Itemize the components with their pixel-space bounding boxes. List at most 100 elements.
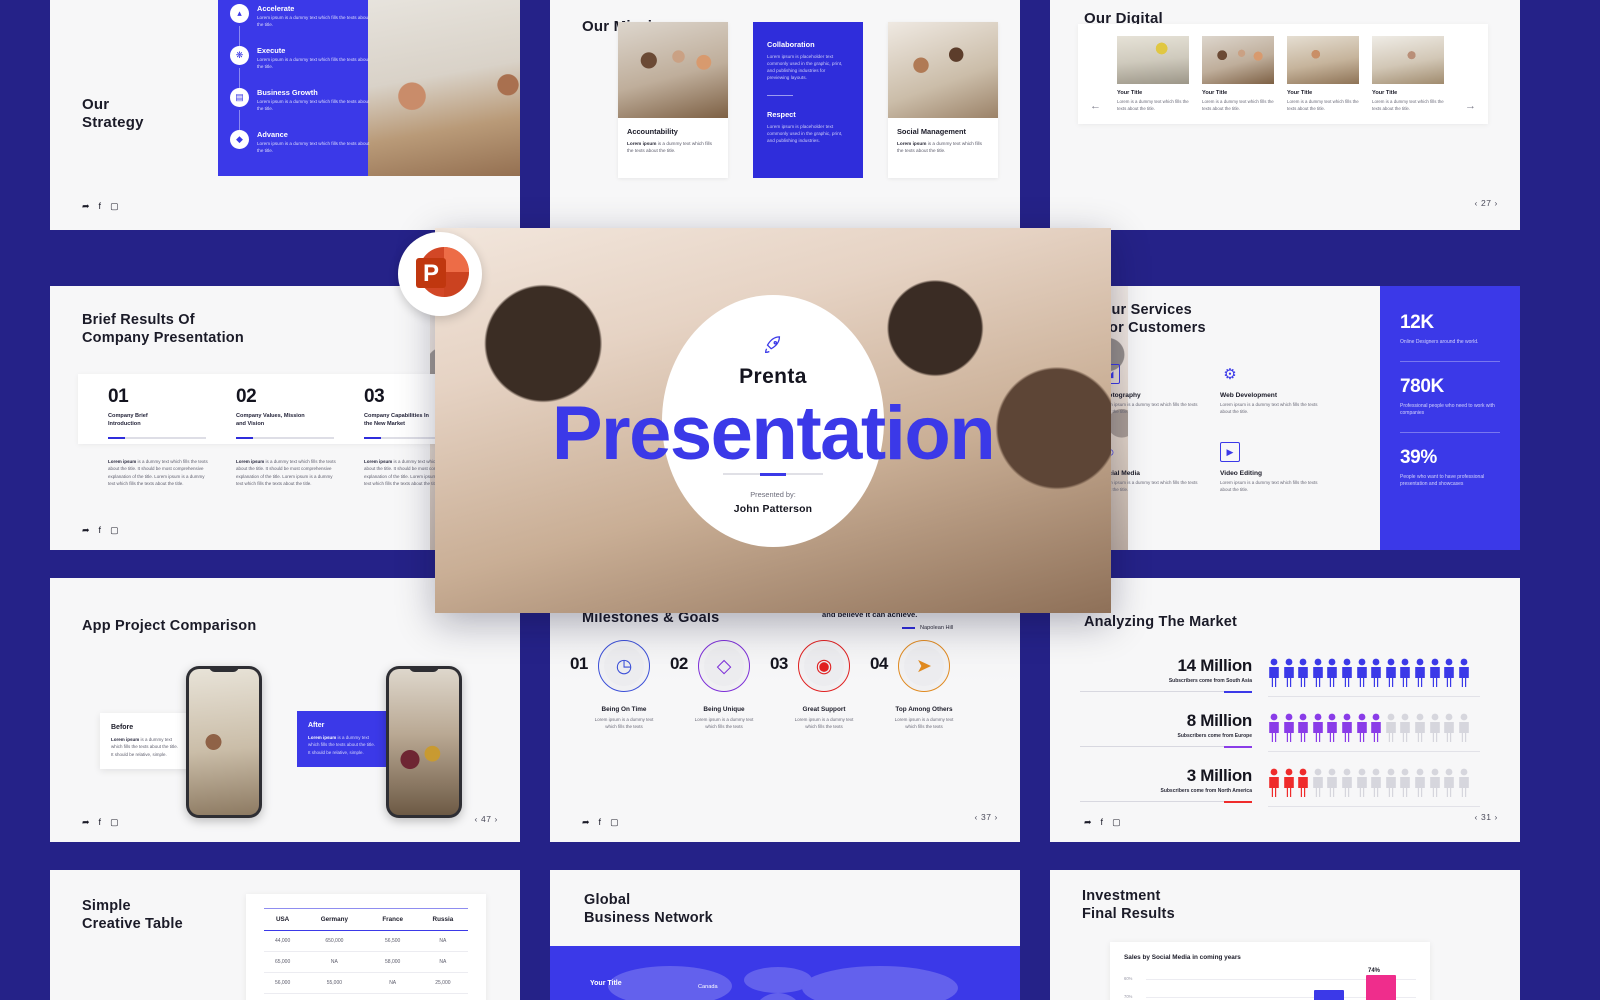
- person-icon: [1356, 713, 1367, 742]
- page-title: Our Services For Customers: [1100, 302, 1206, 336]
- page-title: Analyzing The Market: [1084, 614, 1238, 630]
- pictogram-baseline: [1268, 806, 1480, 807]
- strategy-item-2[interactable]: ▤ Business Growth Lorem ipsum is a dummy…: [230, 88, 370, 112]
- services-carousel[interactable]: ← → Your Title Lorem is a dummy text whi…: [1078, 24, 1488, 124]
- mission-card-social-management[interactable]: Social Management Lorem ipsum is a dummy…: [888, 22, 998, 178]
- market-underline: [1080, 746, 1252, 748]
- social-links[interactable]: ➦ f ▢: [1084, 818, 1121, 827]
- strategy-item-heading: Execute: [257, 46, 286, 55]
- brief-body-bold: Lorem ipsum: [236, 459, 265, 464]
- page-title: Investment Final Results: [1082, 888, 1175, 922]
- person-icon: [1400, 768, 1411, 797]
- before-card[interactable]: Before Lorem ipsum is a dummy text which…: [100, 713, 192, 769]
- social-links[interactable]: ➦ f ▢: [82, 202, 119, 211]
- mission-card-accountability[interactable]: Accountability Lorem ipsum is a dummy te…: [618, 22, 728, 178]
- atom-icon: ❋: [230, 46, 249, 65]
- service-video-editing[interactable]: ▶ Video Editing Lorem ipsum is a dummy t…: [1220, 442, 1330, 494]
- mission-card-body-2: Lorem ipsum is placeholder text commonly…: [767, 124, 843, 144]
- service-body: Lorem ipsum is a dummy text which fills …: [1220, 480, 1318, 492]
- service-photography[interactable]: ◢ Photography Lorem ipsum is a dummy tex…: [1100, 364, 1210, 416]
- person-icon: [1415, 713, 1425, 742]
- hero-author-name: John Patterson: [733, 504, 813, 515]
- service-web-development[interactable]: ⚙ Web Development Lorem ipsum is a dummy…: [1220, 364, 1330, 416]
- slide-our-mission[interactable]: Our Mission Accountability Lorem ipsum i…: [550, 0, 1020, 230]
- slide-digital-services[interactable]: Our Digital Services ← → Your Title Lore…: [1050, 0, 1520, 230]
- slide-milestones[interactable]: Milestones & Goals and believe it can ac…: [550, 578, 1020, 842]
- table-body: 44,000 650,000 56,500 NA 65,000 NA 58,00…: [264, 930, 468, 994]
- instagram-icon[interactable]: ▢: [110, 526, 119, 535]
- instagram-icon[interactable]: ▢: [110, 202, 119, 211]
- arrow-right-icon[interactable]: →: [1465, 100, 1476, 112]
- market-row-north-america: 3 Million Subscribers come from North Am…: [1080, 766, 1480, 807]
- service-heading: Your Title: [1287, 90, 1313, 96]
- mission-photo: [888, 22, 998, 118]
- instagram-icon[interactable]: ▢: [610, 818, 619, 827]
- facebook-icon[interactable]: f: [99, 818, 102, 827]
- strategy-item-1[interactable]: ❋ Execute Lorem ipsum is a dummy text wh…: [230, 46, 370, 70]
- page-indicator[interactable]: ‹ 27 ›: [1475, 198, 1498, 208]
- slide-investment-results[interactable]: Investment Final Results Sales by Social…: [1050, 870, 1520, 1000]
- milestone-1[interactable]: 02 ◇ Being Unique Lorem ipsum is a dummy…: [670, 640, 776, 731]
- page-indicator[interactable]: ‹ 37 ›: [975, 812, 998, 822]
- brief-number-card: 01 Company Brief Introduction 02 Company…: [78, 374, 480, 444]
- person-icon: [1444, 768, 1454, 797]
- network-your-title: Your Title: [590, 980, 622, 987]
- milestone-heading: Being On Time: [601, 706, 647, 713]
- hero-divider: [723, 473, 823, 475]
- instagram-icon[interactable]: ▢: [1112, 818, 1121, 827]
- hero-slide[interactable]: Prenta Presentation Presented by: John P…: [435, 228, 1111, 613]
- milestone-2[interactable]: 03 ◉ Great Support Lorem ipsum is a dumm…: [770, 640, 876, 731]
- data-table: USA Germany France Russia 44,000 650,000…: [264, 908, 468, 994]
- social-links[interactable]: ➦ f ▢: [582, 818, 619, 827]
- service-item-1[interactable]: Your Title Lorem is a dummy text which f…: [1202, 36, 1274, 112]
- milestone-0[interactable]: 01 ◷ Being On Time Lorem ipsum is a dumm…: [570, 640, 676, 731]
- slide-our-strategy[interactable]: Our Strategy ▴ Accelerate Lorem ipsum is…: [50, 0, 520, 230]
- slide-app-comparison[interactable]: App Project Comparison Before Lorem ipsu…: [50, 578, 520, 842]
- twitter-icon[interactable]: ➦: [1084, 818, 1092, 827]
- strategy-item-0[interactable]: ▴ Accelerate Lorem ipsum is a dummy text…: [230, 4, 370, 28]
- social-links[interactable]: ➦ f ▢: [82, 818, 119, 827]
- twitter-icon[interactable]: ➦: [82, 818, 90, 827]
- service-photo: [1372, 36, 1444, 84]
- page-title: Simple Creative Table: [82, 898, 183, 932]
- brief-column-1[interactable]: 02 Company Values, Mission and Vision: [236, 386, 336, 439]
- milestone-number: 01: [570, 654, 588, 673]
- table-cell: NA: [301, 951, 368, 973]
- service-social-media[interactable]: ○ Social Media Lorem ipsum is a dummy te…: [1100, 442, 1210, 494]
- twitter-icon[interactable]: ➦: [582, 818, 590, 827]
- powerpoint-logo: P: [410, 244, 470, 304]
- rocket-icon: [765, 335, 781, 353]
- slide-market-analysis[interactable]: Analyzing The Market 14 Million Subscrib…: [1050, 578, 1520, 842]
- service-item-3[interactable]: Your Title Lorem is a dummy text which f…: [1372, 36, 1444, 112]
- facebook-icon[interactable]: f: [99, 526, 102, 535]
- mission-card-collaboration[interactable]: Collaboration Lorem ipsum is placeholder…: [753, 22, 863, 178]
- facebook-icon[interactable]: f: [99, 202, 102, 211]
- facebook-icon[interactable]: f: [599, 818, 602, 827]
- twitter-icon[interactable]: ➦: [82, 202, 90, 211]
- person-icon: [1269, 713, 1279, 742]
- instagram-icon[interactable]: ▢: [110, 818, 119, 827]
- facebook-icon[interactable]: f: [1101, 818, 1104, 827]
- brief-column-0[interactable]: 01 Company Brief Introduction: [108, 386, 208, 439]
- phone-before[interactable]: [186, 666, 262, 818]
- powerpoint-file-badge[interactable]: P: [398, 232, 482, 316]
- mission-card-body: Lorem ipsum is a dummy text which fills …: [627, 140, 719, 154]
- service-item-2[interactable]: Your Title Lorem is a dummy text which f…: [1287, 36, 1359, 112]
- slide-creative-table[interactable]: Simple Creative Table USA Germany France…: [50, 870, 520, 1000]
- table-head: USA Germany France Russia: [264, 908, 468, 931]
- twitter-icon[interactable]: ➦: [82, 526, 90, 535]
- social-links[interactable]: ➦ f ▢: [82, 526, 119, 535]
- page-indicator[interactable]: ‹ 47 ›: [475, 814, 498, 824]
- market-row-south-asia: 14 Million Subscribers come from South A…: [1080, 656, 1480, 697]
- page-indicator[interactable]: ‹ 31 ›: [1475, 812, 1498, 822]
- slide-global-network[interactable]: Global Business Network Canada Your Titl…: [550, 870, 1020, 1000]
- mission-body-bold: Lorem ipsum: [897, 141, 927, 146]
- slide-services-customers[interactable]: Our Services For Customers ◢ Photography…: [1050, 286, 1520, 550]
- milestone-3[interactable]: 04 ➤ Top Among Others Lorem ipsum is a d…: [870, 640, 976, 731]
- arrow-left-icon[interactable]: ←: [1090, 100, 1101, 112]
- after-card[interactable]: After Lorem ipsum is a dummy text which …: [297, 711, 389, 767]
- strategy-item-3[interactable]: ◆ Advance Lorem ipsum is a dummy text wh…: [230, 130, 370, 154]
- service-item-0[interactable]: Your Title Lorem is a dummy text which f…: [1117, 36, 1189, 112]
- after-body-bold: Lorem ipsum: [308, 735, 337, 740]
- phone-after[interactable]: [386, 666, 462, 818]
